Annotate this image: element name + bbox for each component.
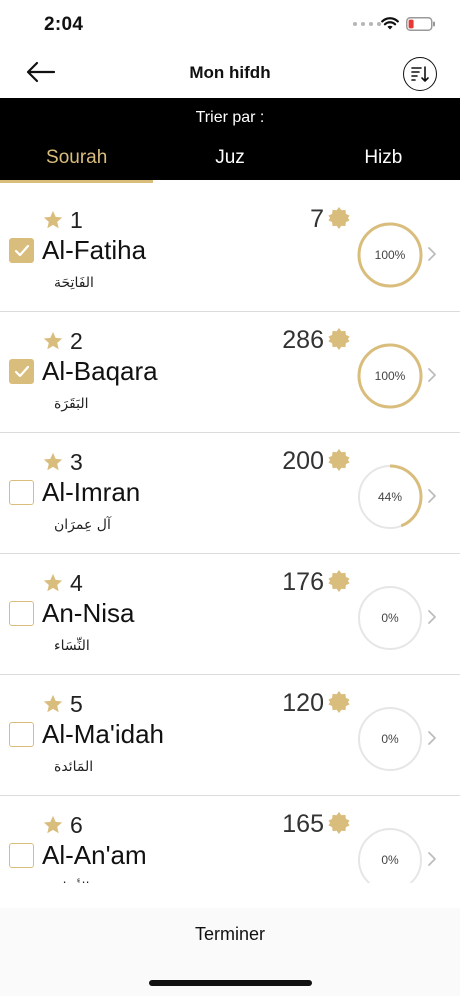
star-icon[interactable] [42,330,64,352]
sort-caption: Trier par : [195,109,265,126]
sura-arabic-name: النِّسَاء [54,638,90,654]
navigation-bar: Mon hifdh [0,46,460,98]
sura-number: 6 [70,812,83,838]
verse-count: 286 [282,326,324,354]
sura-number: 2 [70,328,83,354]
verse-count: 165 [282,810,324,838]
chevron-right-icon[interactable] [427,488,437,504]
verse-count: 176 [282,568,324,596]
sura-name: Al-Imran [42,477,141,507]
sura-number: 4 [70,570,83,596]
star-icon[interactable] [42,693,64,715]
sura-arabic-name: الأنعَام [54,880,89,883]
sura-name: Al-Fatiha [42,235,147,265]
progress-label: 100% [374,369,406,383]
ayah-marker-icon [328,812,350,834]
status-bar: 2:04 [0,0,460,46]
verse-count: 200 [282,447,324,475]
star-icon[interactable] [42,572,64,594]
done-button[interactable]: Terminer [0,924,460,945]
memorized-checkbox[interactable] [9,843,34,868]
sura-name: Al-Baqara [42,356,158,386]
signal-icon [353,22,381,26]
memorized-checkbox[interactable] [9,601,34,626]
chevron-right-icon[interactable] [427,609,437,625]
battery-icon [406,17,435,31]
sura-name: An-Nisa [42,598,135,628]
sura-number: 1 [70,207,83,233]
checkmark-icon [14,365,29,377]
ayah-marker-icon [328,449,350,471]
progress-label: 100% [374,248,406,262]
sort-icon [411,66,429,82]
ayah-marker-icon [328,570,350,592]
chevron-right-icon[interactable] [427,246,437,262]
wifi-icon [381,17,399,30]
checkmark-icon [14,244,29,256]
star-icon[interactable] [42,209,64,231]
tab-hizb[interactable]: Hizb [307,144,460,180]
sura-name: Al-An'am [42,840,147,870]
memorized-checkbox[interactable] [9,480,34,505]
ayah-marker-icon [328,328,350,350]
chevron-right-icon[interactable] [427,851,437,867]
sura-arabic-name: آل عِمرَان [54,517,111,533]
verse-count: 120 [282,689,324,717]
home-indicator [149,980,312,986]
tab-sourah[interactable]: Sourah [0,144,154,183]
sura-arabic-name: البَقَرَة [54,396,89,412]
sura-row[interactable]: 3 Al-Imran آل عِمرَان 200 44% [0,433,460,554]
tab-juz[interactable]: Juz [153,144,306,180]
sura-row[interactable]: 2 Al-Baqara البَقَرَة 286 100% [0,312,460,433]
sura-arabic-name: المَائدة [54,759,94,775]
sort-button[interactable] [403,57,437,91]
progress-label: 0% [381,732,399,746]
star-icon[interactable] [42,451,64,473]
sort-tabs: Sourah Juz Hizb [0,144,460,183]
sura-number: 3 [70,449,83,475]
verse-count: 7 [310,205,324,233]
chevron-right-icon[interactable] [427,367,437,383]
sura-arabic-name: الفَاتِحَة [54,275,94,291]
ayah-marker-icon [328,207,350,229]
sura-row[interactable]: 6 Al-An'am الأنعَام 165 0% [0,796,460,883]
memorized-checkbox[interactable] [9,722,34,747]
memorized-checkbox[interactable] [9,238,34,263]
sura-row[interactable]: 5 Al-Ma'idah المَائدة 120 0% [0,675,460,796]
sura-row[interactable]: 1 Al-Fatiha الفَاتِحَة 7 100% [0,191,460,312]
progress-label: 0% [381,853,399,867]
memorized-checkbox[interactable] [9,359,34,384]
sura-name: Al-Ma'idah [42,719,165,749]
progress-label: 0% [381,611,399,625]
status-time: 2:04 [44,14,84,35]
star-icon[interactable] [42,814,64,836]
chevron-right-icon[interactable] [427,730,437,746]
page-title: Mon hifdh [189,63,271,82]
ayah-marker-icon [328,691,350,713]
sura-row[interactable]: 4 An-Nisa النِّسَاء 176 0% [0,554,460,675]
progress-label: 44% [377,490,403,504]
bottom-bar: Terminer [0,908,460,996]
sura-list[interactable]: 1 Al-Fatiha الفَاتِحَة 7 100% 2 Al-Baqar… [0,191,460,883]
sort-header: Trier par : Sourah Juz Hizb [0,98,460,183]
sura-number: 5 [70,691,83,717]
